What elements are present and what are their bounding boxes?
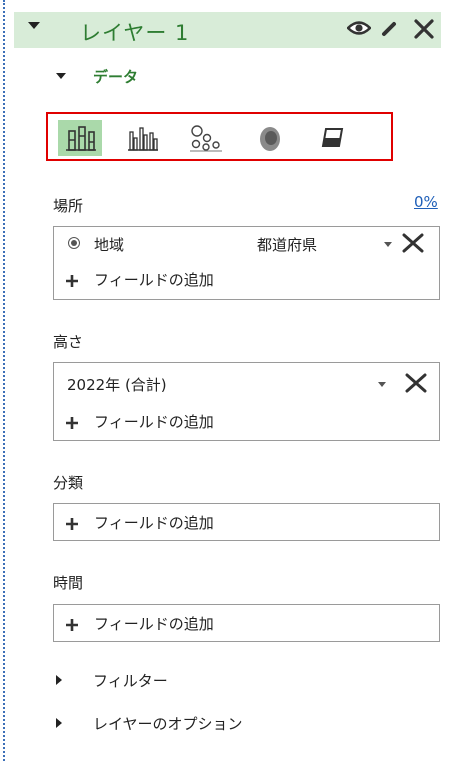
pane-left-border (3, 0, 6, 761)
stacked-column-chart-button[interactable] (58, 120, 102, 156)
bubble-chart-icon (190, 125, 222, 152)
location-label: 場所 (53, 197, 84, 215)
delete-layer-icon[interactable] (413, 18, 435, 44)
plus-icon (66, 515, 78, 534)
filter-expander[interactable]: フィルター (93, 670, 168, 691)
layer-header[interactable] (14, 12, 441, 48)
time-add-field-label: フィールドの追加 (94, 615, 214, 633)
region-map-icon (321, 128, 344, 147)
location-value[interactable]: 都道府県 (257, 234, 317, 255)
plus-icon (66, 272, 78, 291)
region-map-button[interactable] (310, 120, 354, 156)
heat-map-button[interactable] (248, 120, 292, 156)
height-field-row[interactable]: 2022年 (合計) (54, 369, 439, 397)
chart-type-selector (46, 112, 393, 161)
height-value[interactable]: 2022年 (合計) (67, 374, 167, 395)
plus-icon (66, 414, 78, 433)
stacked-column-chart-icon (66, 126, 96, 151)
clustered-column-chart-icon (128, 127, 158, 151)
expand-layer-options-caret-icon[interactable] (56, 718, 62, 728)
category-field-box: フィールドの追加 (53, 503, 440, 541)
layer-options-expander[interactable]: レイヤーのオプション (93, 713, 243, 734)
chevron-down-icon[interactable] (384, 242, 392, 247)
layer-name[interactable]: レイヤー 1 (80, 17, 189, 47)
clustered-column-chart-button[interactable] (120, 120, 164, 156)
collapse-data-caret-icon[interactable] (56, 73, 66, 79)
category-add-field-row[interactable]: フィールドの追加 (54, 508, 439, 536)
time-add-field-row[interactable]: フィールドの追加 (54, 609, 439, 637)
remove-location-field-icon[interactable] (401, 232, 425, 258)
location-add-field-row[interactable]: フィールドの追加 (54, 265, 439, 293)
height-add-field-label: フィールドの追加 (94, 413, 214, 431)
time-label: 時間 (53, 574, 84, 592)
heat-map-icon (260, 127, 280, 151)
location-field-row[interactable]: 地域 都道府県 (54, 229, 439, 257)
location-field-box: 地域 都道府県 フィールドの追加 (53, 226, 440, 300)
time-field-box: フィールドの追加 (53, 604, 440, 642)
category-add-field-label: フィールドの追加 (94, 514, 214, 532)
eye-icon[interactable] (346, 20, 372, 40)
location-radio-button[interactable] (68, 237, 80, 249)
bubble-chart-button[interactable] (182, 120, 226, 156)
height-field-box: 2022年 (合計) フィールドの追加 (53, 362, 440, 441)
remove-height-field-icon[interactable] (404, 372, 428, 398)
location-field-name: 地域 (94, 236, 125, 254)
chevron-down-icon[interactable] (378, 382, 386, 387)
category-label: 分類 (53, 474, 84, 492)
pencil-icon[interactable] (381, 19, 399, 41)
location-percent-link[interactable]: 0% (414, 193, 438, 211)
location-add-field-label: フィールドの追加 (94, 271, 214, 289)
plus-icon (66, 616, 78, 635)
collapse-layer-caret-icon[interactable] (28, 22, 40, 29)
height-add-field-row[interactable]: フィールドの追加 (54, 407, 439, 435)
expand-filter-caret-icon[interactable] (56, 675, 62, 685)
data-section-label[interactable]: データ (93, 66, 138, 87)
height-label: 高さ (53, 333, 84, 351)
